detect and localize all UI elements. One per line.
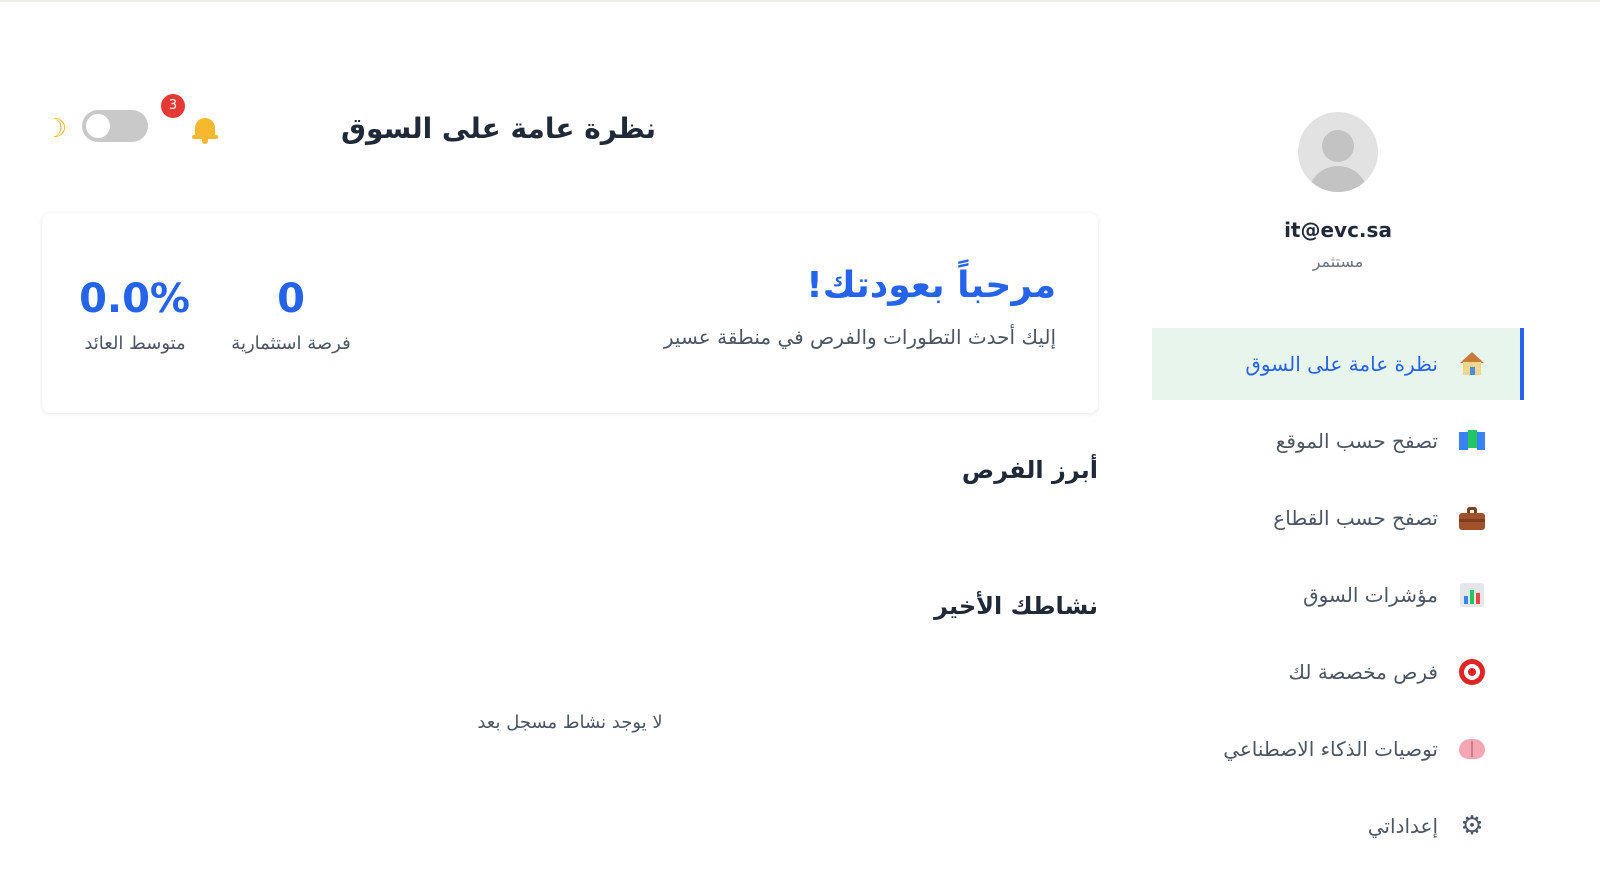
stat-average-return: 0.0% متوسط العائد [79,275,190,354]
sidebar-item-label: إعداداتي [1367,814,1438,838]
stat-opportunities-label: فرصة استثمارية [231,333,351,354]
sidebar: it@evc.sa مستثمر نظرة عامة على السوق تصف… [1152,0,1524,894]
header-controls: ☽ 3 [40,94,230,156]
welcome-subtitle: إليك أحدث التطورات والفرص في منطقة عسير [663,325,1056,349]
house-icon [1456,348,1488,380]
welcome-title: مرحباً بعودتك! [806,265,1056,306]
dark-mode-toggle[interactable] [82,110,148,142]
sidebar-item-browse-by-sector[interactable]: تصفح حسب القطاع [1152,482,1524,554]
bar-chart-icon [1456,579,1488,611]
sidebar-item-label: نظرة عامة على السوق [1245,352,1438,376]
moon-icon: ☽ [44,114,68,144]
sidebar-item-label: تصفح حسب الموقع [1275,429,1438,453]
sidebar-item-label: فرص مخصصة لك [1288,660,1438,684]
recent-activity-heading: نشاطك الأخير [934,592,1098,620]
avatar[interactable] [1298,112,1378,192]
stat-average-return-value: 0.0% [79,276,190,322]
page-title: نظرة عامة على السوق [340,112,656,145]
sidebar-item-market-indicators[interactable]: مؤشرات السوق [1152,559,1524,631]
sidebar-item-ai-recommendations[interactable]: توصيات الذكاء الاصطناعي [1152,713,1524,785]
gear-icon: ⚙ [1460,811,1484,841]
sidebar-item-label: تصفح حسب القطاع [1273,506,1438,530]
target-icon [1456,656,1488,688]
sidebar-item-label: مؤشرات السوق [1303,583,1438,607]
brain-icon [1456,733,1488,765]
activity-empty-message: لا يوجد نشاط مسجل بعد [477,712,663,733]
main-content: ☽ 3 نظرة عامة على السوق مرحباً بعودتك! إ… [0,0,1152,894]
user-role: مستثمر [1312,252,1364,271]
sidebar-item-label: توصيات الذكاء الاصطناعي [1223,737,1438,761]
stat-opportunities-value: 0 [277,276,305,322]
briefcase-icon [1456,502,1488,534]
sidebar-item-market-overview[interactable]: نظرة عامة على السوق [1152,328,1524,400]
sidebar-item-personalized-opportunities[interactable]: فرص مخصصة لك [1152,636,1524,708]
featured-opportunities-heading: أبرز الفرص [961,456,1098,484]
stat-opportunities: 0 فرصة استثمارية [226,275,356,354]
sidebar-item-browse-by-location[interactable]: تصفح حسب الموقع [1152,405,1524,477]
user-email: it@evc.sa [1284,218,1392,242]
sidebar-nav: نظرة عامة على السوق تصفح حسب الموقع تصفح… [1152,328,1524,867]
stat-average-return-label: متوسط العائد [84,333,186,354]
notification-count-badge: 3 [161,94,185,118]
notifications-bell-icon[interactable] [192,116,218,144]
toggle-knob [86,114,110,138]
sidebar-item-settings[interactable]: ⚙ إعداداتي [1152,790,1524,862]
welcome-card: مرحباً بعودتك! إليك أحدث التطورات والفرص… [42,213,1098,413]
map-icon [1456,425,1488,457]
